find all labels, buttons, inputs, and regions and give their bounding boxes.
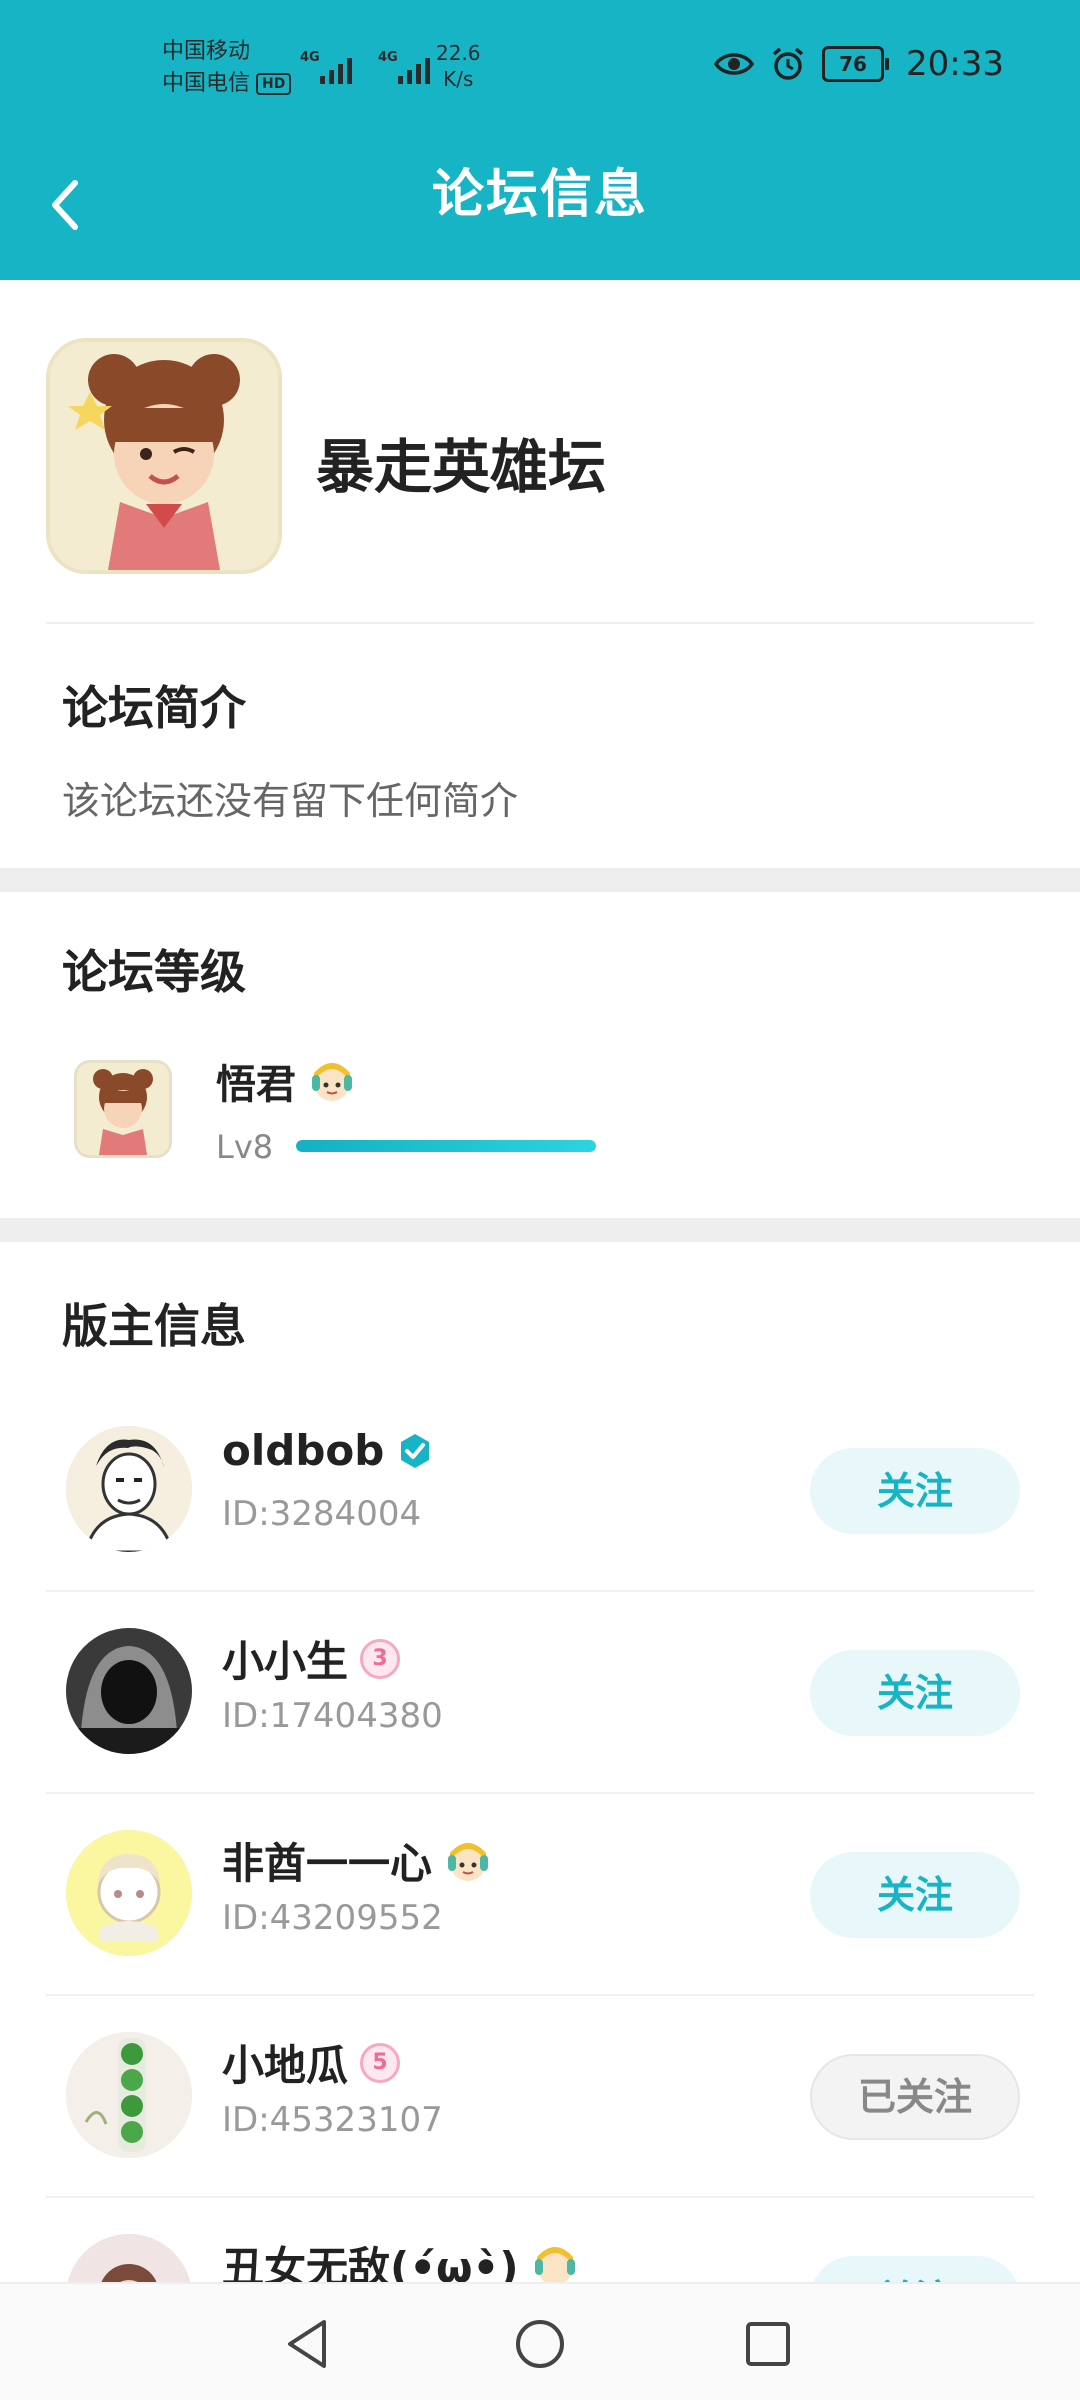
nav-recents-button[interactable] (728, 2304, 808, 2384)
moderator-avatar[interactable] (66, 1628, 192, 1754)
follow-button[interactable]: 关注 (810, 1448, 1020, 1534)
moderator-name: 非酋一一心 (222, 1839, 433, 1888)
moderators-title: 版主信息 (62, 1299, 246, 1353)
nav-back-button[interactable] (268, 2304, 348, 2384)
alarm-icon (772, 47, 804, 80)
title-bar: 论坛信息 (0, 140, 1080, 280)
back-button[interactable] (30, 170, 100, 240)
carrier-1-label: 中国移动 (162, 39, 251, 64)
nav-home-button[interactable] (500, 2304, 580, 2384)
carrier-2-label: 中国电信 (162, 71, 251, 96)
verified-icon (401, 1433, 430, 1468)
intro-text: 该论坛还没有留下任何简介 (62, 779, 519, 823)
moderator-name-row: 小小生 3 (222, 1628, 401, 1689)
eye-icon (714, 53, 755, 75)
level-number: Lv8 (216, 1128, 274, 1166)
level-user-avatar (74, 1060, 172, 1158)
back-arrow-icon (52, 180, 78, 230)
signal-indicators: 4G 4G (300, 50, 438, 86)
moderator-row[interactable]: 小小生 3 ID:17404380 关注 (0, 1592, 1080, 1794)
moderator-row[interactable]: 非酋一一心 ID:43209552 关注 (0, 1794, 1080, 1996)
moderator-name-row: oldbob (222, 1426, 434, 1475)
moderator-name: 小地瓜 (222, 2041, 349, 2090)
level-progress-fill (296, 1140, 596, 1152)
system-nav-bar (0, 2282, 1080, 2400)
moderator-id: ID:45323107 (222, 2100, 443, 2140)
battery-indicator: 76 (822, 46, 890, 82)
section-gap (0, 868, 1080, 892)
signal-1-tag: 4G (300, 50, 320, 65)
triangle-back-icon (288, 2320, 326, 2368)
circle-home-icon (516, 2320, 564, 2368)
followed-button[interactable]: 已关注 (810, 2054, 1020, 2140)
hd-badge: HD (256, 73, 292, 95)
moderator-avatar[interactable] (66, 1830, 192, 1956)
forum-avatar (46, 338, 282, 574)
forum-header: 暴走英雄坛 (0, 280, 1080, 625)
signal-1-icon: 4G (300, 50, 360, 86)
net-speed-value: 22.6 (436, 41, 481, 65)
forum-name: 暴走英雄坛 (316, 433, 607, 501)
signal-2-tag: 4G (378, 50, 398, 65)
carrier-info: 中国移动 中国电信 HD (162, 36, 292, 100)
moderator-name: oldbob (222, 1426, 385, 1475)
divider (46, 622, 1034, 624)
moderator-row[interactable]: oldbob ID:3284004 关注 (0, 1390, 1080, 1592)
level-user-name: 悟君 (216, 1062, 296, 1108)
level-badge-icon: 5 (360, 2042, 401, 2083)
moderator-avatar[interactable] (66, 1426, 192, 1552)
moderator-id: ID:43209552 (222, 1898, 443, 1938)
level-badge-icon: 3 (360, 1638, 401, 1679)
moderator-name-row: 小地瓜 5 (222, 2032, 401, 2093)
status-bar: 中国移动 中国电信 HD 4G 4G 22.6 K/s 76 20:33 (0, 0, 1080, 140)
header: 中国移动 中国电信 HD 4G 4G 22.6 K/s 76 20:33 论坛信… (0, 0, 1080, 280)
square-recents-icon (746, 2322, 790, 2366)
follow-button[interactable]: 关注 (810, 1650, 1020, 1736)
follow-button[interactable]: 关注 (810, 1852, 1020, 1938)
section-gap (0, 1218, 1080, 1242)
moderator-avatar[interactable] (66, 2032, 192, 2158)
intro-title: 论坛简介 (62, 681, 246, 735)
level-user: 悟君 (216, 1052, 356, 1110)
moderator-row[interactable]: 小地瓜 5 ID:45323107 已关注 (0, 1996, 1080, 2198)
net-speed: 22.6 K/s (436, 40, 481, 92)
moderator-name-row: 非酋一一心 (222, 1830, 492, 1891)
emoji-badge-icon (312, 1063, 352, 1101)
moderator-id: ID:3284004 (222, 1494, 422, 1534)
level-progress-bar (296, 1140, 596, 1152)
level-title: 论坛等级 (62, 945, 246, 999)
status-icons: 76 20:33 (714, 44, 1004, 84)
page-title: 论坛信息 (431, 165, 648, 225)
moderator-id: ID:17404380 (222, 1696, 443, 1736)
status-time: 20:33 (906, 44, 1004, 84)
net-speed-unit: K/s (443, 67, 474, 91)
emoji-badge-icon (448, 1842, 489, 1881)
moderator-name: 小小生 (222, 1637, 349, 1686)
signal-2-icon: 4G (378, 50, 438, 86)
